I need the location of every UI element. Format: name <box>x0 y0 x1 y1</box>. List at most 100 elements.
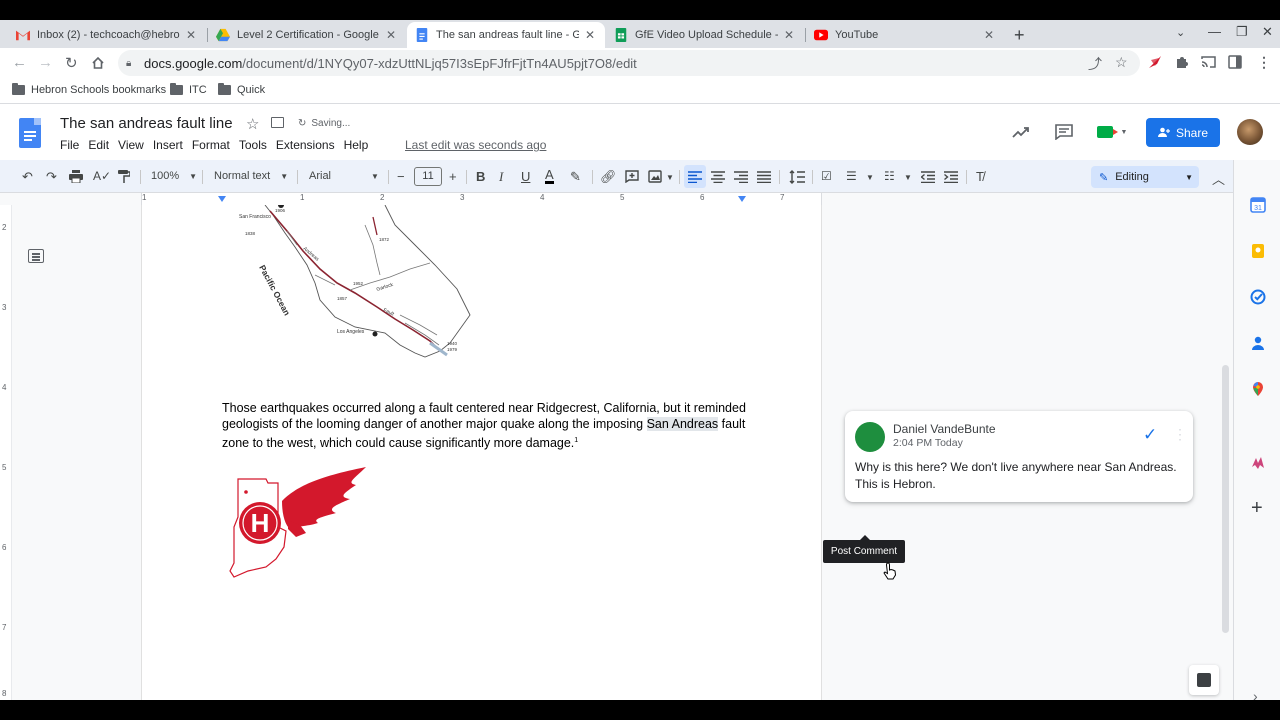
get-addons-plus-icon[interactable]: + <box>1251 498 1263 518</box>
redo-icon[interactable]: ↷ <box>46 169 57 185</box>
underline-icon[interactable]: U <box>521 169 530 184</box>
justify-icon[interactable] <box>757 171 771 183</box>
address-bar[interactable]: 🔒︎ docs.google.com/document/d/1NYQy07-xd… <box>118 50 1140 76</box>
menu-view[interactable]: View <box>118 138 144 152</box>
home-icon[interactable] <box>91 56 105 70</box>
align-center-icon[interactable] <box>711 171 725 183</box>
paint-format-icon[interactable] <box>118 170 130 183</box>
menu-insert[interactable]: Insert <box>153 138 183 152</box>
undo-icon[interactable]: ↶ <box>22 169 33 185</box>
extensions-puzzle-icon[interactable] <box>1175 55 1189 69</box>
side-panel-icon[interactable] <box>1228 55 1242 69</box>
align-left-icon[interactable] <box>688 171 702 183</box>
tab-sheets[interactable]: GfE Video Upload Schedule - Goo ✕ <box>606 22 804 48</box>
caret-down-icon[interactable]: ▼ <box>666 173 674 182</box>
print-icon[interactable] <box>69 170 83 183</box>
more-options-icon[interactable]: ⋮ <box>1173 426 1187 443</box>
share-button[interactable]: Share <box>1146 118 1220 147</box>
move-to-folder-icon[interactable] <box>271 117 284 128</box>
meet-button[interactable]: ▼ <box>1090 117 1134 147</box>
close-tab-icon[interactable]: ✕ <box>384 28 398 42</box>
body-paragraph[interactable]: Those earthquakes occurred along a fault… <box>222 400 752 451</box>
maps-icon[interactable] <box>1250 381 1266 397</box>
commented-highlight[interactable]: San Andreas <box>646 417 719 432</box>
bulleted-list-icon[interactable]: ☰ <box>846 169 857 183</box>
back-arrow-icon[interactable]: ← <box>12 54 27 71</box>
menu-help[interactable]: Help <box>344 138 369 152</box>
insert-image-icon[interactable] <box>648 170 662 183</box>
spellcheck-icon[interactable]: A✓ <box>93 169 111 183</box>
new-tab-plus-icon[interactable]: + <box>1014 25 1025 46</box>
insert-link-icon[interactable]: 🔗︎ <box>600 169 617 185</box>
increase-font-size-icon[interactable]: + <box>449 169 457 184</box>
checklist-icon[interactable]: ☑ <box>821 169 832 183</box>
browser-menu-icon[interactable]: ⋮ <box>1257 54 1271 71</box>
highlight-pen-icon[interactable]: ✎ <box>570 169 581 185</box>
menu-extensions[interactable]: Extensions <box>276 138 335 152</box>
doc-title[interactable]: The san andreas fault line <box>60 115 233 132</box>
ruler-page-area[interactable]: 1 1 2 3 4 5 6 7 <box>141 193 822 205</box>
contacts-icon[interactable] <box>1250 335 1266 351</box>
menu-format[interactable]: Format <box>192 138 230 152</box>
hebron-logo-image[interactable]: H <box>226 467 371 587</box>
footnote-marker[interactable]: 1 <box>574 437 578 444</box>
collapse-menus-chevron-icon[interactable]: ︿ <box>1212 169 1225 188</box>
resolve-check-icon[interactable]: ✓ <box>1143 425 1157 445</box>
addon-icon[interactable] <box>1250 455 1266 471</box>
tab-docs-active[interactable]: The san andreas fault line - Goog ✕ <box>407 22 605 48</box>
bookmark-star-icon[interactable]: ☆ <box>1115 54 1128 71</box>
tasks-icon[interactable] <box>1250 289 1266 305</box>
reload-icon[interactable]: ↻ <box>65 54 78 72</box>
line-spacing-icon[interactable] <box>789 170 805 184</box>
menu-file[interactable]: File <box>60 138 79 152</box>
hebron-extension-icon[interactable] <box>1148 55 1162 69</box>
share-page-icon[interactable]: ⤴ <box>1088 54 1102 74</box>
left-indent-marker[interactable] <box>218 196 226 202</box>
minimize-icon[interactable]: — <box>1208 24 1221 39</box>
add-comment-icon[interactable] <box>625 170 639 183</box>
caret-down-icon[interactable]: ▼ <box>904 173 912 182</box>
text-color-icon[interactable]: A <box>545 168 554 184</box>
star-icon[interactable]: ☆ <box>246 115 259 133</box>
numbered-list-icon[interactable]: ☷ <box>884 169 895 183</box>
italic-icon[interactable]: I <box>499 169 503 185</box>
last-edit-link[interactable]: Last edit was seconds ago <box>405 138 546 152</box>
calendar-icon[interactable]: 31 <box>1250 197 1266 213</box>
right-indent-marker[interactable] <box>738 196 746 202</box>
comment-card[interactable]: Daniel VandeBunte 2:04 PM Today ✓ ⋮ Why … <box>845 411 1193 502</box>
cast-icon[interactable] <box>1201 56 1216 68</box>
bookmark-itc[interactable]: ITC <box>170 83 207 96</box>
close-tab-icon[interactable]: ✕ <box>982 28 996 42</box>
decrease-indent-icon[interactable] <box>921 171 935 183</box>
restore-icon[interactable]: ❐ <box>1236 24 1248 40</box>
collapse-panel-chevron-icon[interactable]: › <box>1253 688 1258 700</box>
explore-button[interactable] <box>1189 665 1219 695</box>
zoom-dropdown[interactable]: 100% ▼ <box>151 170 197 182</box>
tab-gmail[interactable]: Inbox (2) - techcoach@hebronsc ✕ <box>8 22 206 48</box>
increase-indent-icon[interactable] <box>944 171 958 183</box>
activity-trend-icon[interactable] <box>1012 126 1030 138</box>
fault-map-image[interactable]: San Francisco 1838 1872 1952 1857 1906 1… <box>225 205 475 375</box>
menu-tools[interactable]: Tools <box>239 138 267 152</box>
bold-icon[interactable]: B <box>476 169 485 184</box>
close-tab-icon[interactable]: ✕ <box>782 28 796 42</box>
close-tab-icon[interactable]: ✕ <box>583 28 597 42</box>
tab-drive[interactable]: Level 2 Certification - Google Dri ✕ <box>208 22 406 48</box>
menu-edit[interactable]: Edit <box>88 138 109 152</box>
font-dropdown[interactable]: Arial ▼ <box>309 170 379 182</box>
align-right-icon[interactable] <box>734 171 748 183</box>
comment-history-icon[interactable] <box>1055 124 1073 140</box>
editing-mode-dropdown[interactable]: ✎ Editing ▼ <box>1091 166 1199 188</box>
docs-logo-icon[interactable] <box>19 118 41 148</box>
caret-down-icon[interactable]: ▼ <box>866 173 874 182</box>
vertical-scrollbar[interactable] <box>1222 365 1229 633</box>
keep-icon[interactable] <box>1250 243 1266 259</box>
decrease-font-size-icon[interactable]: − <box>397 169 405 184</box>
tab-youtube[interactable]: YouTube ✕ <box>806 22 1004 48</box>
bookmark-quick[interactable]: Quick <box>218 83 265 96</box>
paragraph-style-dropdown[interactable]: Normal text ▼ <box>214 170 288 182</box>
document-page[interactable]: San Francisco 1838 1872 1952 1857 1906 1… <box>141 205 822 700</box>
window-close-icon[interactable]: ✕ <box>1262 24 1273 40</box>
bookmark-hebron-schools[interactable]: Hebron Schools bookmarks <box>12 83 166 96</box>
forward-arrow-icon[interactable]: → <box>38 54 53 71</box>
